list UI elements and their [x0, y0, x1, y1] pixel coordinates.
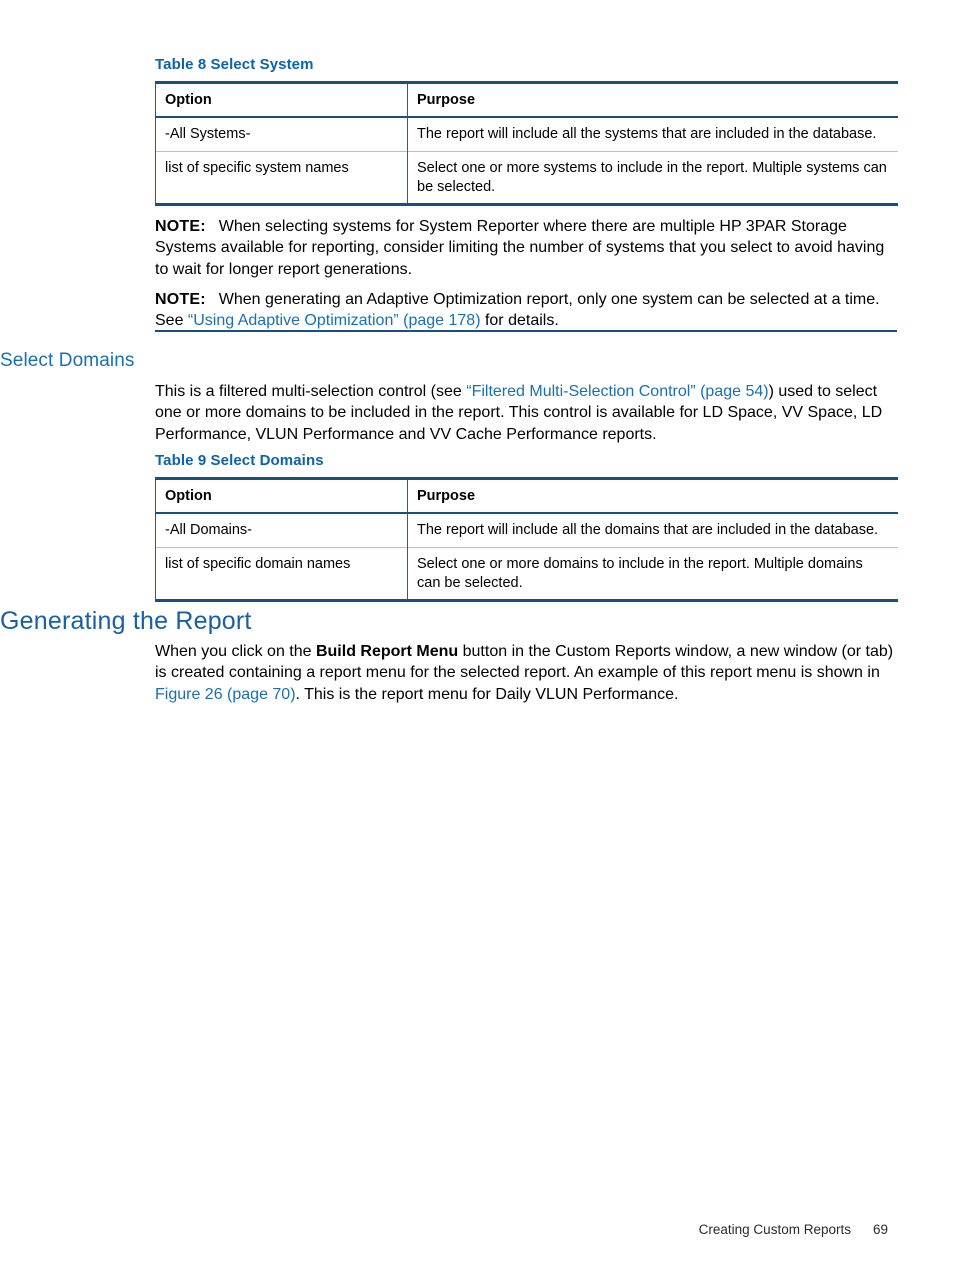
table-row: list of specific domain names Select one… [155, 546, 898, 601]
note-1-text: When selecting systems for System Report… [155, 218, 885, 278]
note-block-2: NOTE: When generating an Adaptive Optimiz… [0, 289, 954, 332]
note-2-label: NOTE: [155, 291, 206, 308]
table8-block: Table 8 Select System Option Purpose -Al… [0, 56, 954, 207]
note-1-label: NOTE: [155, 218, 206, 235]
table9-header-option: Option [155, 478, 408, 514]
footer-page-number: 69 [872, 1222, 888, 1237]
table8-row0-purpose: The report will include all the systems … [417, 125, 877, 142]
link-figure-26[interactable]: Figure 26 (page 70) [155, 686, 296, 703]
table9-row1-purpose: Select one or more domains to include in… [407, 546, 898, 601]
table9-block: Table 9 Select Domains Option Purpose -A… [0, 452, 954, 603]
table9-row1-option: list of specific domain names [155, 546, 408, 601]
table9-caption: Table 9 Select Domains [155, 452, 324, 469]
select-domains-paragraph: This is a filtered multi-selection contr… [155, 381, 900, 445]
note-2-text-after: for details. [480, 312, 559, 330]
heading-generating-the-report: Generating the Report [0, 607, 252, 635]
table8-header-purpose: Purpose [407, 82, 898, 118]
link-filtered-multi-selection-control[interactable]: “Filtered Multi-Selection Control” (page… [466, 383, 768, 400]
gtr-part1: When you click on the [155, 643, 316, 660]
table9-header-row: Option Purpose [155, 478, 898, 514]
footer-section-title: Creating Custom Reports [698, 1222, 851, 1237]
select-domains-section: Select Domains [0, 350, 954, 372]
sd-part1: This is a filtered multi-selection contr… [155, 383, 467, 400]
gtr-bold-build-report-menu: Build Report Menu [315, 643, 459, 660]
table8-header-row: Option Purpose [155, 82, 898, 118]
select-domains-paragraph-block: This is a filtered multi-selection contr… [0, 381, 954, 445]
page-footer: Creating Custom Reports 69 [0, 1222, 954, 1237]
table-row: list of specific system names Select one… [155, 150, 898, 205]
note-1: NOTE: When selecting systems for System R… [155, 216, 897, 280]
gtr-part3: . This is the report menu for Daily VLUN… [295, 685, 679, 703]
table8: Option Purpose -All Systems- The report … [155, 81, 898, 207]
generating-the-report-paragraph-block: When you click on the Build Report Menu … [0, 641, 954, 705]
table9-row0-purpose: The report will include all the domains … [417, 521, 879, 538]
table8-row1-purpose: Select one or more systems to include in… [407, 150, 898, 205]
note-2: NOTE: When generating an Adaptive Optimiz… [155, 289, 897, 332]
table9-header-purpose: Purpose [407, 478, 898, 514]
table8-header-option: Option [155, 82, 408, 118]
generating-the-report-section: Generating the Report [0, 607, 954, 636]
document-page: Table 8 Select System Option Purpose -Al… [0, 0, 954, 1271]
table8-row0-option: -All Systems- [155, 116, 408, 152]
generating-the-report-paragraph: When you click on the Build Report Menu … [155, 641, 900, 705]
link-using-adaptive-optimization[interactable]: “Using Adaptive Optimization” (page 178) [188, 312, 481, 329]
note-block-1: NOTE: When selecting systems for System R… [0, 216, 954, 280]
heading-select-domains: Select Domains [0, 350, 135, 371]
table9: Option Purpose -All Domains- The report … [155, 477, 898, 603]
table-row: -All Systems- The report will include al… [155, 116, 898, 152]
table-row: -All Domains- The report will include al… [155, 512, 898, 548]
table8-caption: Table 8 Select System [155, 56, 314, 73]
table9-row0-option: -All Domains- [155, 512, 408, 548]
section-divider-rule [0, 330, 954, 332]
table8-row1-option: list of specific system names [155, 150, 408, 205]
